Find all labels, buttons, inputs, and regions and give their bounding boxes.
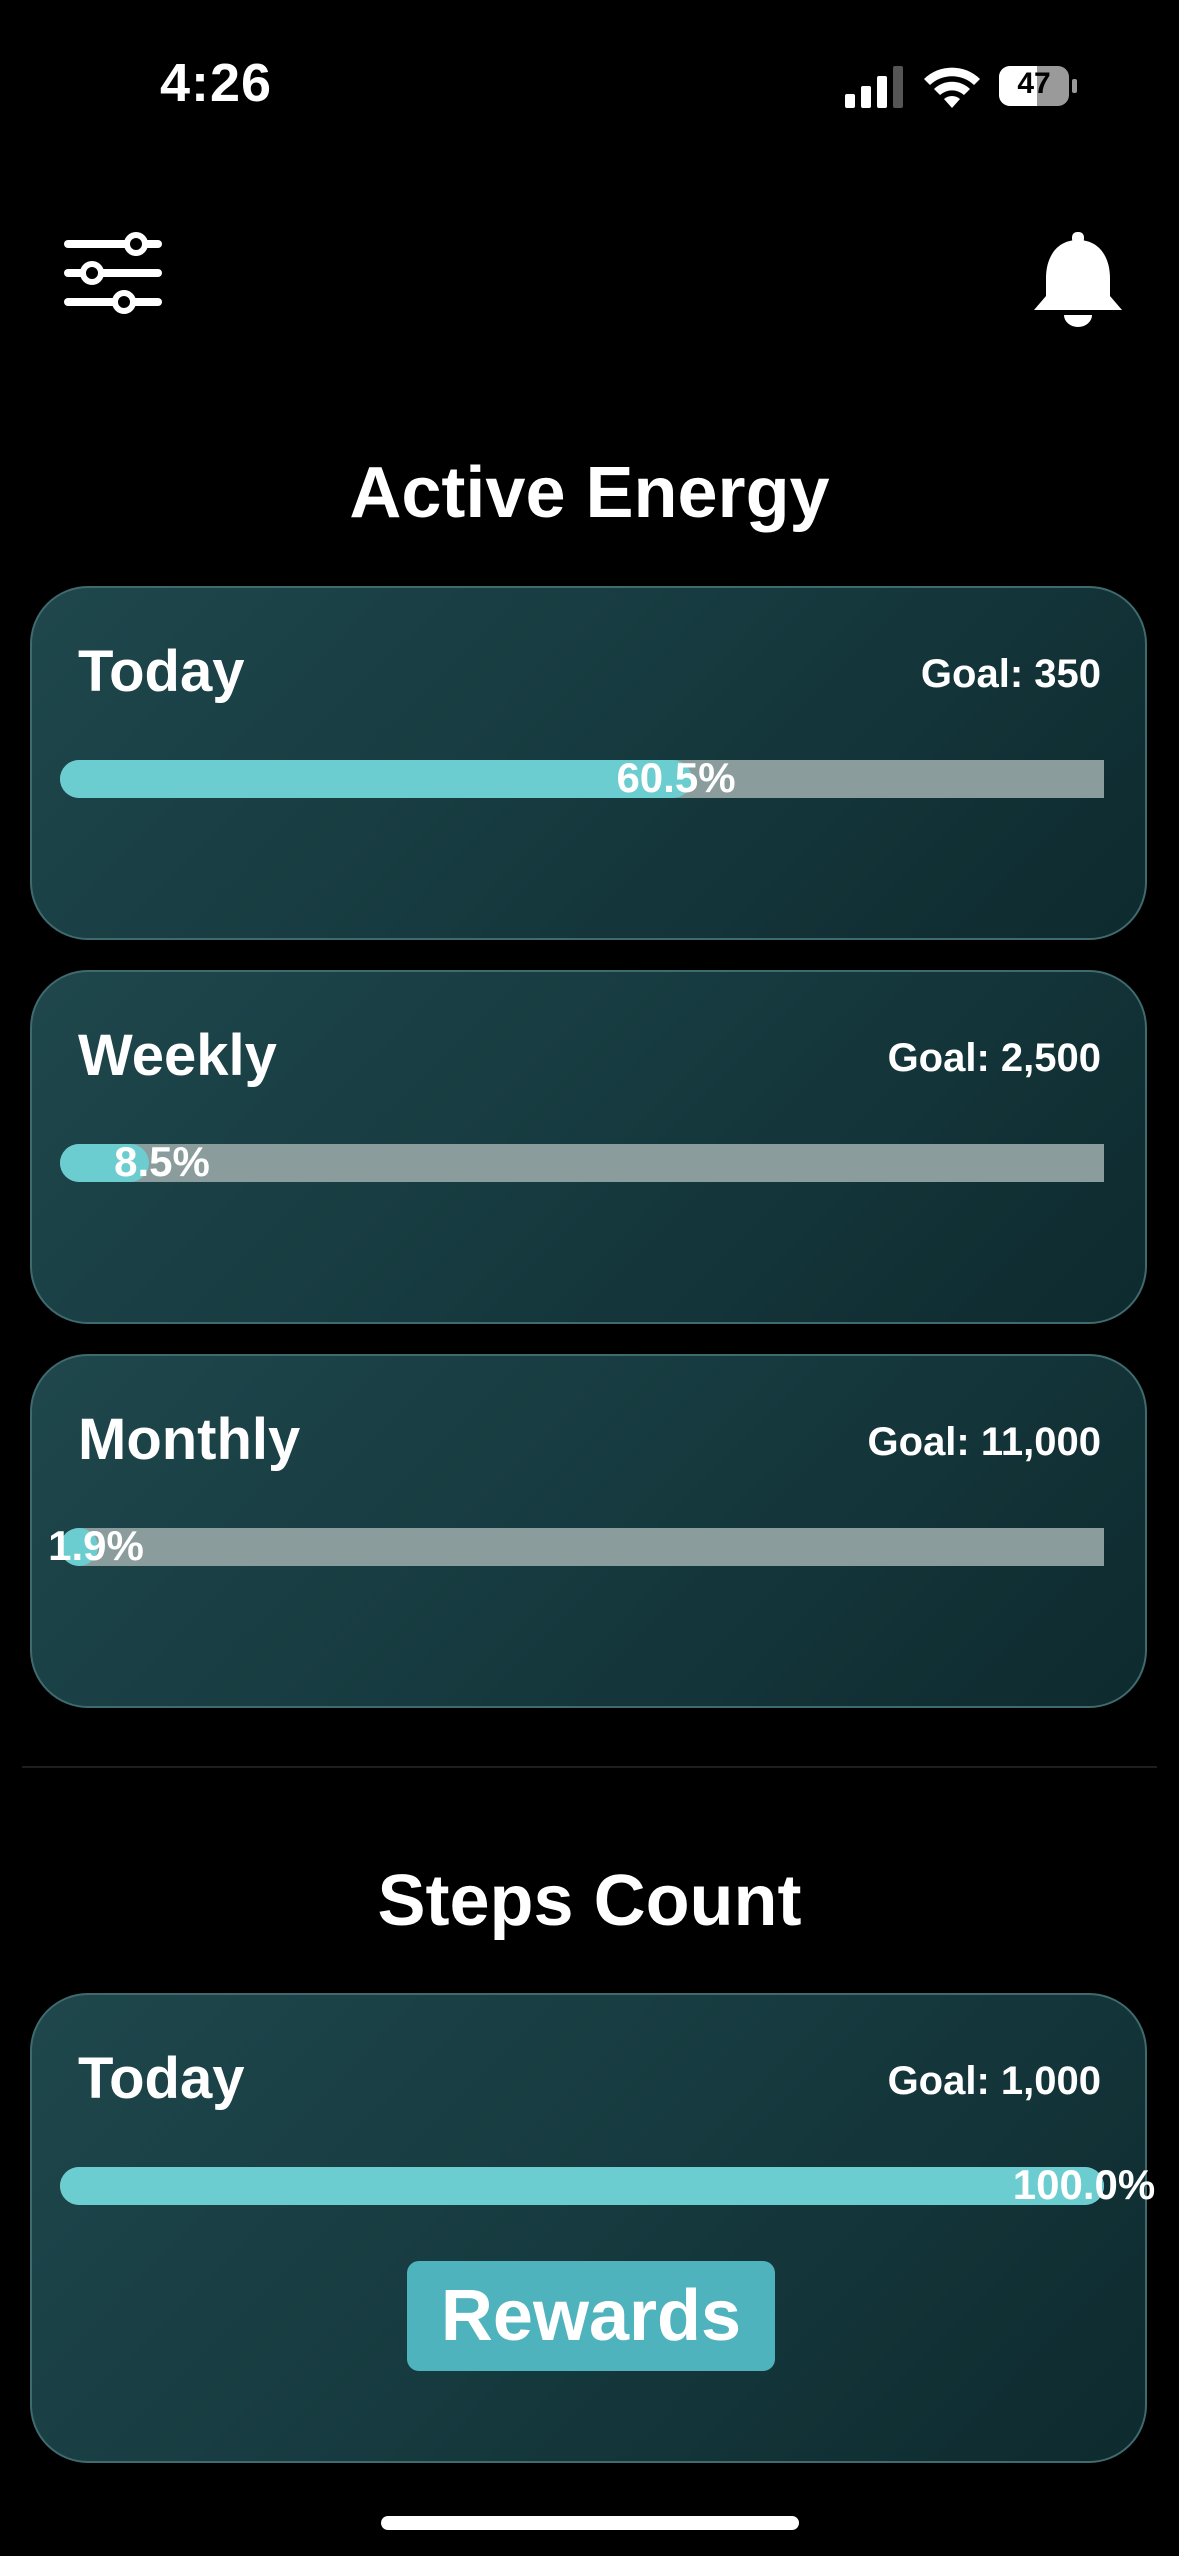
rewards-button[interactable]: Rewards	[407, 2261, 775, 2371]
card-goal: Goal: 350	[920, 652, 1101, 696]
card-goal: Goal: 11,000	[867, 1420, 1101, 1464]
steps-card-today[interactable]: Today Goal: 1,000 100.0% Rewards	[30, 1993, 1155, 2463]
card-goal: Goal: 2,500	[887, 1036, 1101, 1080]
card-goal: Goal: 1,000	[887, 2059, 1101, 2103]
progress-percent: 8.5%	[114, 1138, 210, 1185]
energy-card-monthly[interactable]: Monthly Goal: 11,000 1.9%	[30, 1354, 1147, 1708]
battery-level: 47	[1017, 67, 1051, 100]
steps-count-title: Steps Count	[377, 1861, 802, 1941]
wifi-icon	[924, 67, 980, 108]
progress-percent: 100.0%	[1012, 2161, 1156, 2208]
cellular-signal-icon	[845, 66, 903, 108]
progress-fill	[60, 760, 692, 798]
status-time: 4:26	[160, 53, 273, 113]
card-label: Today	[78, 639, 245, 704]
progress-bar: 100.0%	[60, 2161, 1155, 2208]
sliders-icon[interactable]	[64, 230, 164, 316]
progress-bar: 1.9%	[48, 1522, 1104, 1569]
section-divider	[22, 1766, 1157, 1768]
progress-percent: 1.9%	[48, 1522, 144, 1569]
progress-fill	[60, 2167, 1104, 2205]
card-label: Today	[78, 2046, 245, 2111]
progress-bar: 60.5%	[60, 754, 1104, 801]
home-indicator[interactable]	[381, 2516, 799, 2530]
energy-card-today[interactable]: Today Goal: 350 60.5%	[30, 586, 1147, 940]
battery-icon: 47	[998, 64, 1078, 108]
status-bar: 4:26 47	[0, 0, 1179, 170]
energy-card-weekly[interactable]: Weekly Goal: 2,500 8.5%	[30, 970, 1147, 1324]
card-label: Weekly	[78, 1023, 277, 1088]
progress-percent: 60.5%	[616, 754, 736, 801]
card-label: Monthly	[78, 1407, 301, 1472]
active-energy-title: Active Energy	[349, 453, 830, 533]
bell-icon[interactable]	[1032, 232, 1124, 328]
progress-bar: 8.5%	[60, 1138, 1104, 1185]
